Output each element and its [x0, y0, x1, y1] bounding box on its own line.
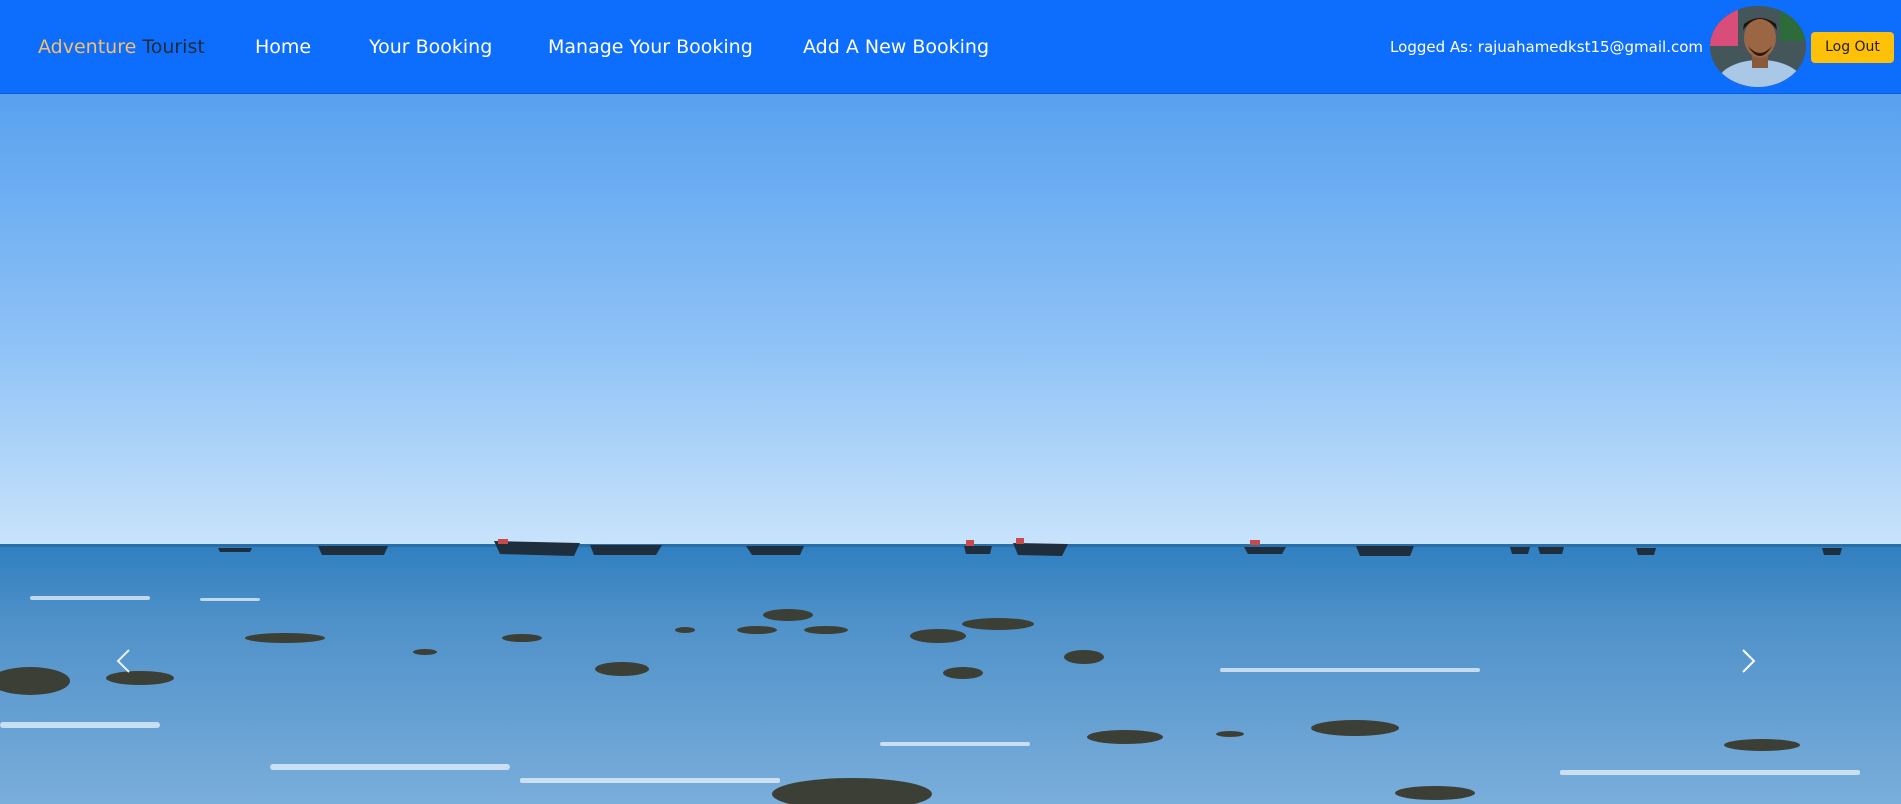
user-avatar [1710, 6, 1806, 87]
nav-link-manage-booking[interactable]: Manage Your Booking [548, 36, 753, 58]
brand-word-adventure: Adventure [38, 36, 137, 58]
nav-link-your-booking[interactable]: Your Booking [369, 36, 492, 58]
avatar-photo [1710, 6, 1806, 87]
brand-logo[interactable]: Adventure Tourist [38, 36, 205, 58]
nav-link-home[interactable]: Home [255, 36, 311, 58]
brand-word-tourist: Tourist [142, 36, 205, 58]
chevron-left-icon [116, 649, 130, 673]
nav-link-add-booking[interactable]: Add A New Booking [803, 36, 989, 58]
top-navbar: Adventure Tourist Home Your Booking Mana… [0, 0, 1901, 94]
beach-sea-image [0, 94, 1901, 804]
logged-in-user-text: Logged As: rajuahamedkst15@gmail.com [1390, 38, 1703, 56]
logout-button[interactable]: Log Out [1811, 32, 1894, 63]
carousel-next-button[interactable] [1738, 648, 1788, 688]
chevron-right-icon [1742, 649, 1756, 673]
hero-carousel [0, 94, 1901, 804]
carousel-prev-button[interactable] [114, 648, 164, 688]
